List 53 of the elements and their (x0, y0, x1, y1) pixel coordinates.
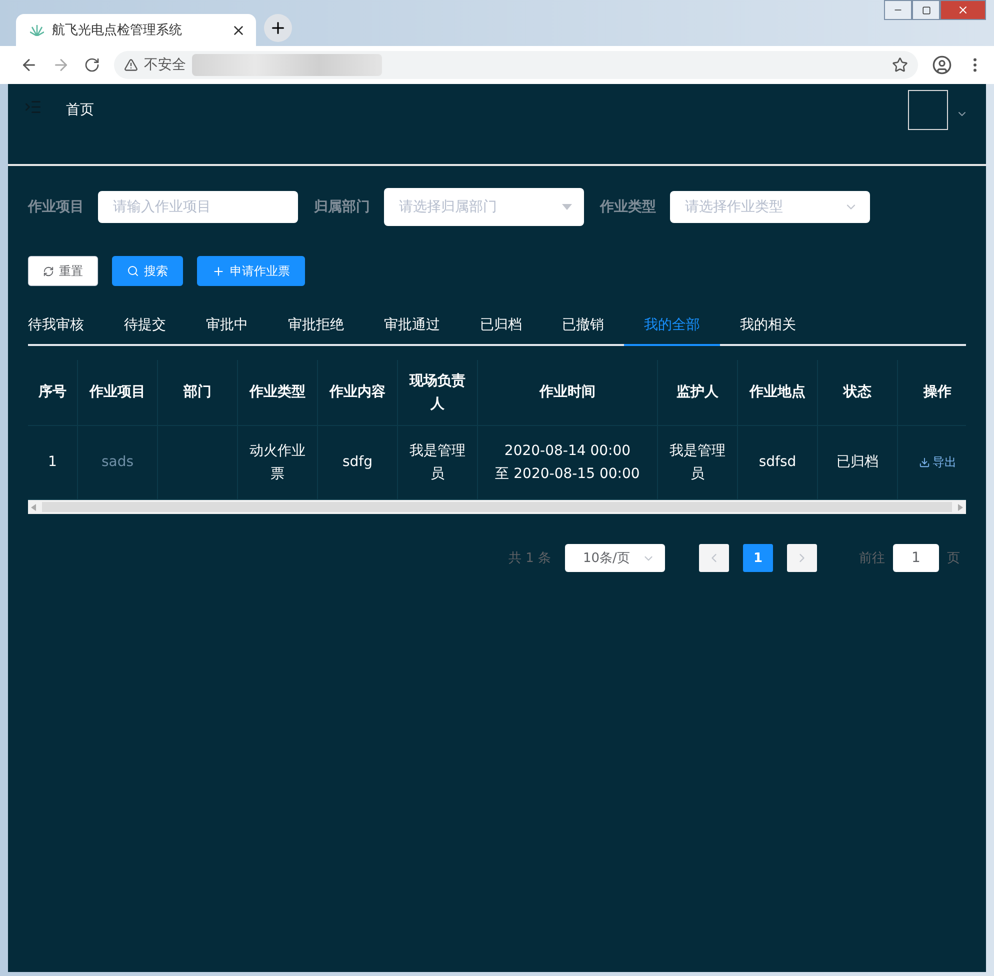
page-input[interactable]: 1 (893, 544, 939, 572)
status-tab[interactable]: 审批通过 (364, 316, 460, 346)
avatar-image-placeholder[interactable] (908, 90, 948, 130)
column-header: 监护人 (658, 360, 738, 426)
filter-label: 作业类型 (600, 198, 656, 216)
total-count: 共 1 条 (508, 550, 551, 567)
status-tab[interactable]: 待我审核 (28, 316, 104, 346)
leaf-icon (30, 24, 44, 36)
status-tab[interactable]: 审批拒绝 (268, 316, 364, 346)
close-button[interactable] (940, 0, 986, 20)
refresh-icon (43, 266, 54, 276)
column-header: 作业内容 (318, 360, 398, 426)
status-tab[interactable]: 已撤销 (542, 316, 624, 346)
close-icon (957, 4, 969, 16)
status-tab[interactable]: 我的全部 (624, 316, 720, 346)
maximize-button[interactable] (912, 0, 940, 20)
security-label: 不安全 (144, 56, 186, 74)
status-tab[interactable]: 已归档 (460, 316, 542, 346)
column-header: 现场负责人 (398, 360, 478, 426)
column-header: 作业时间 (478, 360, 658, 426)
column-header: 作业类型 (238, 360, 318, 426)
filter-label: 归属部门 (314, 198, 370, 216)
column-header: 状态 (818, 360, 898, 426)
column-header: 部门 (158, 360, 238, 426)
back-icon[interactable] (20, 56, 38, 74)
breadcrumb[interactable]: 首页 (66, 101, 884, 119)
address-bar[interactable]: 不安全 (114, 51, 918, 79)
page-size-select[interactable]: 10条/页 (565, 544, 665, 572)
reset-button[interactable]: 重置 (28, 256, 98, 286)
plus-icon (269, 19, 287, 37)
goto-label: 前往 (859, 550, 885, 567)
column-header: 序号 (28, 360, 78, 426)
warning-icon (124, 58, 138, 72)
status-tab[interactable]: 待提交 (104, 316, 186, 346)
download-icon (918, 457, 930, 468)
search-icon (127, 265, 139, 277)
bookmark-star-icon[interactable] (892, 57, 908, 73)
page-suffix: 页 (947, 550, 960, 567)
export-link[interactable]: 导出 (918, 451, 956, 474)
filter-label: 作业项目 (28, 198, 84, 216)
new-tab-button[interactable] (264, 14, 292, 42)
browser-tab[interactable]: 航飞光电点检管理系统 (16, 14, 256, 46)
profile-icon[interactable] (932, 55, 952, 75)
status-tab[interactable]: 我的相关 (720, 316, 796, 346)
maximize-icon (922, 6, 930, 14)
column-header: 作业项目 (78, 360, 158, 426)
column-header: 作业地点 (738, 360, 818, 426)
reload-icon[interactable] (84, 57, 100, 73)
column-header: 操作 (898, 360, 966, 426)
status-tab[interactable]: 审批中 (186, 316, 268, 346)
tab-title: 航飞光电点检管理系统 (52, 22, 183, 39)
plus-icon (212, 264, 225, 278)
caret-icon (562, 204, 572, 210)
